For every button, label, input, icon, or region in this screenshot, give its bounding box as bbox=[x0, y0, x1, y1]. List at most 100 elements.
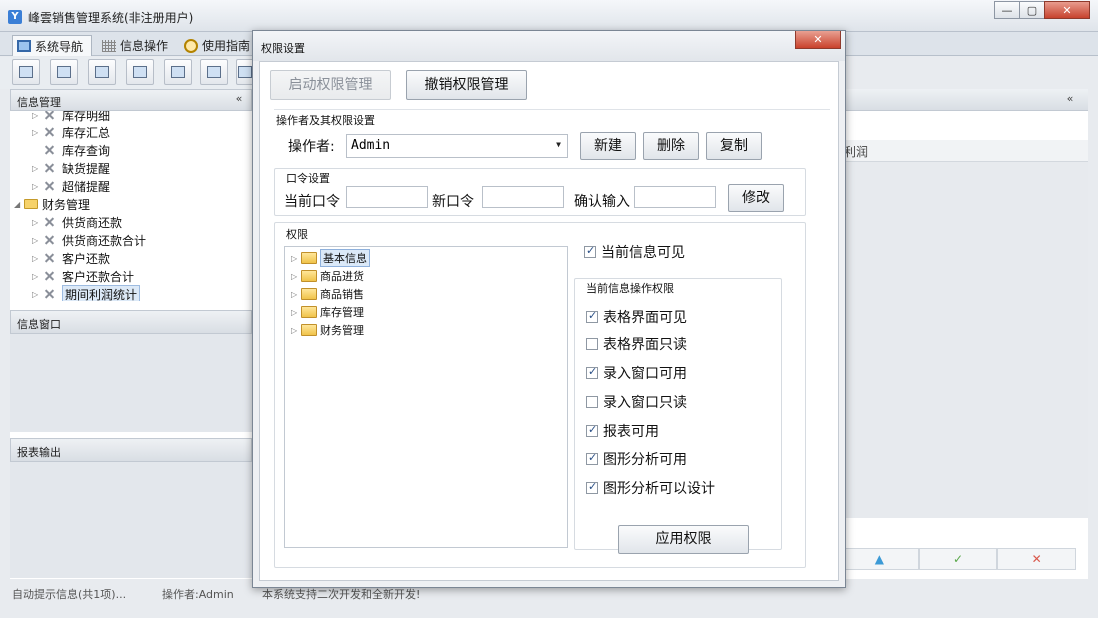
tree-item[interactable]: ▷ 客户还款 bbox=[32, 249, 110, 267]
tree-item[interactable]: ▷ 缺货提醒 bbox=[32, 159, 110, 177]
expand-arrow-icon[interactable]: ▷ bbox=[291, 272, 301, 281]
tab-system-nav[interactable]: 系统导航 bbox=[12, 35, 93, 56]
expand-arrow-icon[interactable]: ▷ bbox=[32, 254, 42, 263]
expand-arrow-icon[interactable]: ▷ bbox=[291, 254, 301, 263]
perm-tree-label: 基本信息 bbox=[320, 249, 370, 267]
option-table-readonly[interactable]: 表格界面只读 bbox=[586, 334, 687, 354]
permission-section-label: 权限 bbox=[286, 226, 308, 242]
option-entry-enabled[interactable]: 录入窗口可用 bbox=[586, 363, 687, 383]
tab-info-ops[interactable]: 信息操作 bbox=[98, 35, 176, 56]
checkbox-box[interactable] bbox=[584, 244, 596, 258]
minimize-button[interactable]: — bbox=[994, 1, 1020, 19]
expand-arrow-icon[interactable]: ▷ bbox=[291, 326, 301, 335]
nav-up-button[interactable]: ▲ bbox=[840, 548, 919, 570]
perm-tree-item[interactable]: ▷ 财务管理 bbox=[291, 321, 364, 339]
tools-icon bbox=[42, 252, 56, 264]
tree-item-label: 库存查询 bbox=[62, 143, 111, 158]
dialog-close-button[interactable]: ✕ bbox=[795, 31, 841, 49]
tree-item-label: 库存明细 bbox=[62, 111, 111, 123]
perm-tree-item[interactable]: ▷ 商品销售 bbox=[291, 285, 364, 303]
delete-operator-button[interactable]: 删除 bbox=[643, 132, 699, 160]
expand-arrow-icon[interactable]: ▷ bbox=[32, 218, 42, 227]
tree-item[interactable]: ▷ 超储提醒 bbox=[32, 177, 110, 195]
checkbox-box[interactable] bbox=[586, 423, 598, 437]
expand-arrow-icon[interactable]: ▷ bbox=[32, 290, 42, 299]
expand-arrow-icon[interactable]: ▷ bbox=[291, 308, 301, 317]
grid-nav-buttons: ▲ ✓ ✕ bbox=[840, 548, 1077, 570]
toolbar-search-button[interactable] bbox=[12, 59, 40, 85]
copy-operator-button[interactable]: 复制 bbox=[706, 132, 762, 160]
tree-item[interactable]: ▷ 库存汇总 bbox=[32, 123, 110, 141]
perm-tree-item[interactable]: ▷ 库存管理 bbox=[291, 303, 364, 321]
current-visible-checkbox[interactable]: 当前信息可见 bbox=[584, 242, 685, 262]
checkbox-box[interactable] bbox=[586, 365, 598, 379]
checkbox-box[interactable] bbox=[586, 338, 598, 350]
monitor-icon bbox=[171, 66, 185, 78]
dialog-body: 启动权限管理 撤销权限管理 操作者及其权限设置 操作者: Admin ▼ 新建 … bbox=[259, 61, 839, 581]
info-window-title: 信息窗口 bbox=[17, 318, 61, 331]
new-password-field[interactable] bbox=[482, 186, 564, 208]
checkbox-box[interactable] bbox=[586, 309, 598, 323]
expand-up-button[interactable]: « bbox=[1062, 92, 1078, 106]
perm-tree-item[interactable]: ▷ 基本信息 bbox=[291, 249, 370, 267]
option-entry-readonly[interactable]: 录入窗口只读 bbox=[586, 392, 687, 412]
modify-password-button[interactable]: 修改 bbox=[728, 184, 784, 212]
tools-icon bbox=[42, 162, 56, 174]
operator-select[interactable]: Admin ▼ bbox=[346, 134, 568, 158]
report-header: 报表输出 bbox=[10, 438, 252, 462]
expand-arrow-icon[interactable]: ◢ bbox=[14, 200, 24, 209]
toolbar-users-button[interactable] bbox=[126, 59, 154, 85]
confirm-button[interactable]: ✓ bbox=[918, 548, 998, 570]
expand-arrow-icon[interactable]: ▷ bbox=[32, 164, 42, 173]
clock-icon bbox=[184, 38, 198, 53]
checkbox-box[interactable] bbox=[586, 396, 598, 408]
expand-arrow-icon[interactable]: ▷ bbox=[32, 111, 42, 120]
checkbox-box[interactable] bbox=[586, 451, 598, 465]
perm-tree-item[interactable]: ▷ 商品进货 bbox=[291, 267, 364, 285]
tree-item[interactable]: ▷ 供货商还款 bbox=[32, 213, 122, 231]
new-operator-button[interactable]: 新建 bbox=[580, 132, 636, 160]
tab-label: 信息操作 bbox=[120, 39, 169, 53]
checkbox-box[interactable] bbox=[586, 480, 598, 494]
expand-arrow-icon[interactable]: ▷ bbox=[32, 272, 42, 281]
cancel-button[interactable]: ✕ bbox=[997, 548, 1077, 570]
info-window-header: 信息窗口 bbox=[10, 310, 252, 334]
close-window-button[interactable]: ✕ bbox=[1044, 1, 1090, 19]
toolbar-document-button[interactable] bbox=[88, 59, 116, 85]
permission-dialog: 权限设置 ✕ 启动权限管理 撤销权限管理 操作者及其权限设置 操作者: Admi… bbox=[252, 30, 846, 588]
collapse-sidebar-button[interactable]: « bbox=[231, 92, 247, 106]
checkbox-label: 表格界面只读 bbox=[603, 337, 687, 353]
enable-permission-button[interactable]: 启动权限管理 bbox=[270, 70, 391, 100]
tree-item[interactable]: 库存查询 bbox=[32, 141, 110, 159]
grid-column-header[interactable]: 利润 bbox=[840, 140, 1088, 162]
expand-arrow-icon[interactable]: ▷ bbox=[32, 128, 42, 137]
apply-permission-button[interactable]: 应用权限 bbox=[618, 525, 749, 554]
tree-item-profit-stats[interactable]: ▷ 期间利润统计 bbox=[32, 284, 141, 301]
current-password-label: 当前口令 bbox=[284, 194, 340, 210]
option-table-visible[interactable]: 表格界面可见 bbox=[586, 307, 687, 327]
folder-icon bbox=[301, 270, 317, 282]
toolbar-export-button[interactable] bbox=[200, 59, 228, 85]
option-chart-enabled[interactable]: 图形分析可用 bbox=[586, 449, 687, 469]
expand-arrow-icon[interactable]: ▷ bbox=[32, 236, 42, 245]
tab-user-guide[interactable]: 使用指南 bbox=[180, 35, 258, 56]
tree-item[interactable]: ▷ 供货商还款合计 bbox=[32, 231, 146, 249]
toolbar-monitor-button[interactable] bbox=[164, 59, 192, 85]
confirm-password-field[interactable] bbox=[634, 186, 716, 208]
maximize-button[interactable]: ▢ bbox=[1019, 1, 1045, 19]
current-password-field[interactable] bbox=[346, 186, 428, 208]
confirm-password-label: 确认输入 bbox=[574, 194, 630, 210]
tree-item[interactable]: ▷ 客户还款合计 bbox=[32, 267, 134, 285]
revoke-permission-button[interactable]: 撤销权限管理 bbox=[406, 70, 527, 100]
status-hint: 自动提示信息(共1项)... bbox=[12, 588, 127, 601]
perm-tree-label: 财务管理 bbox=[320, 324, 364, 337]
expand-arrow-icon[interactable]: ▷ bbox=[291, 290, 301, 299]
perm-tree-label: 库存管理 bbox=[320, 306, 364, 319]
toolbar-book-button[interactable] bbox=[50, 59, 78, 85]
option-chart-design[interactable]: 图形分析可以设计 bbox=[586, 478, 715, 498]
tree-item-finance[interactable]: ◢ 财务管理 bbox=[14, 195, 90, 213]
info-window-body bbox=[10, 334, 252, 432]
expand-arrow-icon[interactable]: ▷ bbox=[32, 182, 42, 191]
option-report-enabled[interactable]: 报表可用 bbox=[586, 421, 659, 441]
folder-icon bbox=[301, 306, 317, 318]
